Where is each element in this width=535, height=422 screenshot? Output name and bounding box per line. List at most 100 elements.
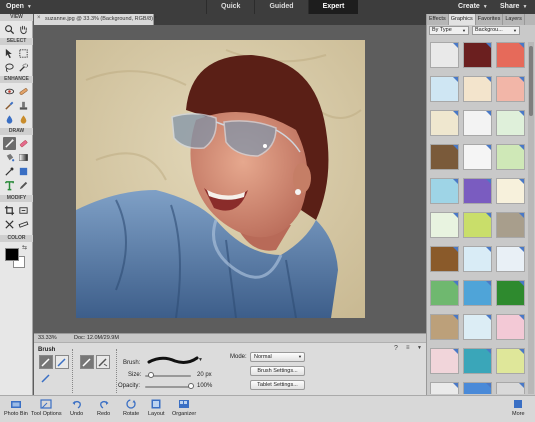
graphic-thumbnail[interactable] [496,348,525,374]
graphic-thumbnail[interactable] [463,348,492,374]
marquee-tool[interactable] [17,47,30,60]
graphic-thumbnail[interactable] [496,42,525,68]
graphic-thumbnail[interactable] [463,144,492,170]
graphic-thumbnail[interactable] [463,76,492,102]
brush-preset-normal[interactable] [80,355,94,369]
smart-brush-tool[interactable] [3,99,16,112]
graphic-thumbnail[interactable] [463,42,492,68]
mode-expert[interactable]: Expert [307,0,359,14]
organizer-button[interactable]: Organizer [172,398,196,417]
gradient-tool[interactable] [17,151,30,164]
spot-healing-tool[interactable] [17,85,30,98]
create-menu[interactable]: Create ▼ [458,3,488,10]
mode-guided[interactable]: Guided [254,0,307,14]
graphic-thumbnail[interactable] [430,212,459,238]
graphic-thumbnail[interactable] [496,76,525,102]
recompose-tool[interactable] [17,204,30,217]
rotate-button[interactable]: Rotate [123,398,139,417]
size-slider-handle[interactable] [147,372,154,378]
graphic-thumbnail[interactable] [430,246,459,272]
tool-options-button[interactable]: Tool Options [31,398,62,417]
graphic-thumbnail[interactable] [430,144,459,170]
redo-button[interactable]: Redo [97,398,110,417]
brush-settings-button[interactable]: Brush Settings... [250,366,305,376]
swap-colors-icon[interactable]: ⇆ [22,244,27,251]
close-icon[interactable]: × [37,15,41,21]
opacity-slider-handle[interactable] [188,383,194,389]
photo-bin-button[interactable]: Photo Bin [4,398,28,417]
graphic-thumbnail[interactable] [496,246,525,272]
tab-layers[interactable]: Layers [503,14,525,25]
brush-mode-button[interactable] [39,355,53,369]
graphic-thumbnail[interactable] [496,178,525,204]
graphic-thumbnail[interactable] [496,110,525,136]
color-picker-tool[interactable] [3,165,16,178]
eraser-tool[interactable] [17,137,30,150]
tab-graphics[interactable]: Graphics [448,14,476,25]
panel-menu-icon[interactable]: ≡ [406,345,410,351]
thumbnail-scrollbar[interactable] [528,42,534,394]
tablet-settings-button[interactable]: Tablet Settings... [250,380,305,390]
graphic-thumbnail[interactable] [430,110,459,136]
graphic-thumbnail[interactable] [430,178,459,204]
graphic-thumbnail[interactable] [463,246,492,272]
paint-bucket-tool[interactable] [3,151,16,164]
zoom-tool[interactable] [3,23,16,36]
collapse-icon[interactable]: ▼ [417,345,422,351]
content-aware-move-tool[interactable] [3,218,16,231]
photo-canvas[interactable] [76,40,365,318]
opacity-slider[interactable] [145,386,191,388]
impressionist-brush-button[interactable] [55,355,69,369]
scrollbar-thumb[interactable] [529,46,533,116]
help-icon[interactable]: ? [394,345,398,352]
pencil-tool[interactable] [17,179,30,192]
graphic-thumbnail[interactable] [496,212,525,238]
red-eye-tool[interactable] [3,85,16,98]
graphic-thumbnail[interactable] [496,314,525,340]
chevron-down-icon[interactable]: ▼ [198,357,203,363]
foreground-color-swatch[interactable] [5,248,19,261]
graphic-thumbnail[interactable] [463,110,492,136]
graphic-thumbnail[interactable] [496,144,525,170]
more-button[interactable]: More [512,398,525,417]
graphic-thumbnail[interactable] [496,280,525,306]
crop-tool[interactable] [3,204,16,217]
filter-category-select[interactable]: Backgrou... ▼ [472,26,520,35]
open-menu[interactable]: Open ▼ [6,3,32,10]
graphic-thumbnail[interactable] [463,382,492,394]
blend-mode-select[interactable]: Normal ▼ [250,352,305,362]
layout-button[interactable]: Layout [148,398,165,417]
graphic-thumbnail[interactable] [430,76,459,102]
graphic-thumbnail[interactable] [463,280,492,306]
blur-tool[interactable] [3,113,16,126]
clone-stamp-tool[interactable] [17,99,30,112]
undo-button[interactable]: Undo [70,398,83,417]
shape-tool[interactable] [17,165,30,178]
color-replacement-button[interactable] [39,371,53,385]
graphic-thumbnail[interactable] [463,314,492,340]
graphic-thumbnail[interactable] [430,348,459,374]
tab-favorites[interactable]: Favorites [476,14,504,25]
tab-effects[interactable]: Effects [427,14,449,25]
graphic-thumbnail[interactable] [430,314,459,340]
straighten-tool[interactable] [17,218,30,231]
document-tab[interactable]: × suzanne.jpg @ 33.3% (Background, RGB/8… [34,14,157,25]
move-tool[interactable] [3,47,16,60]
graphic-thumbnail[interactable] [430,280,459,306]
graphic-thumbnail[interactable] [430,382,459,394]
mode-quick[interactable]: Quick [206,0,254,14]
graphic-thumbnail[interactable] [463,212,492,238]
hand-tool[interactable] [17,23,30,36]
quick-selection-tool[interactable] [17,61,30,74]
lasso-tool[interactable] [3,61,16,74]
brush-preview[interactable] [147,353,202,367]
filter-type-select[interactable]: By Type ▼ [429,26,469,35]
brush-tool[interactable] [3,137,16,150]
airbrush-toggle[interactable] [96,355,110,369]
graphic-thumbnail[interactable] [430,42,459,68]
share-menu[interactable]: Share ▼ [500,3,527,10]
graphic-thumbnail[interactable] [496,382,525,394]
type-tool[interactable] [3,179,16,192]
sponge-tool[interactable] [17,113,30,126]
graphic-thumbnail[interactable] [463,178,492,204]
